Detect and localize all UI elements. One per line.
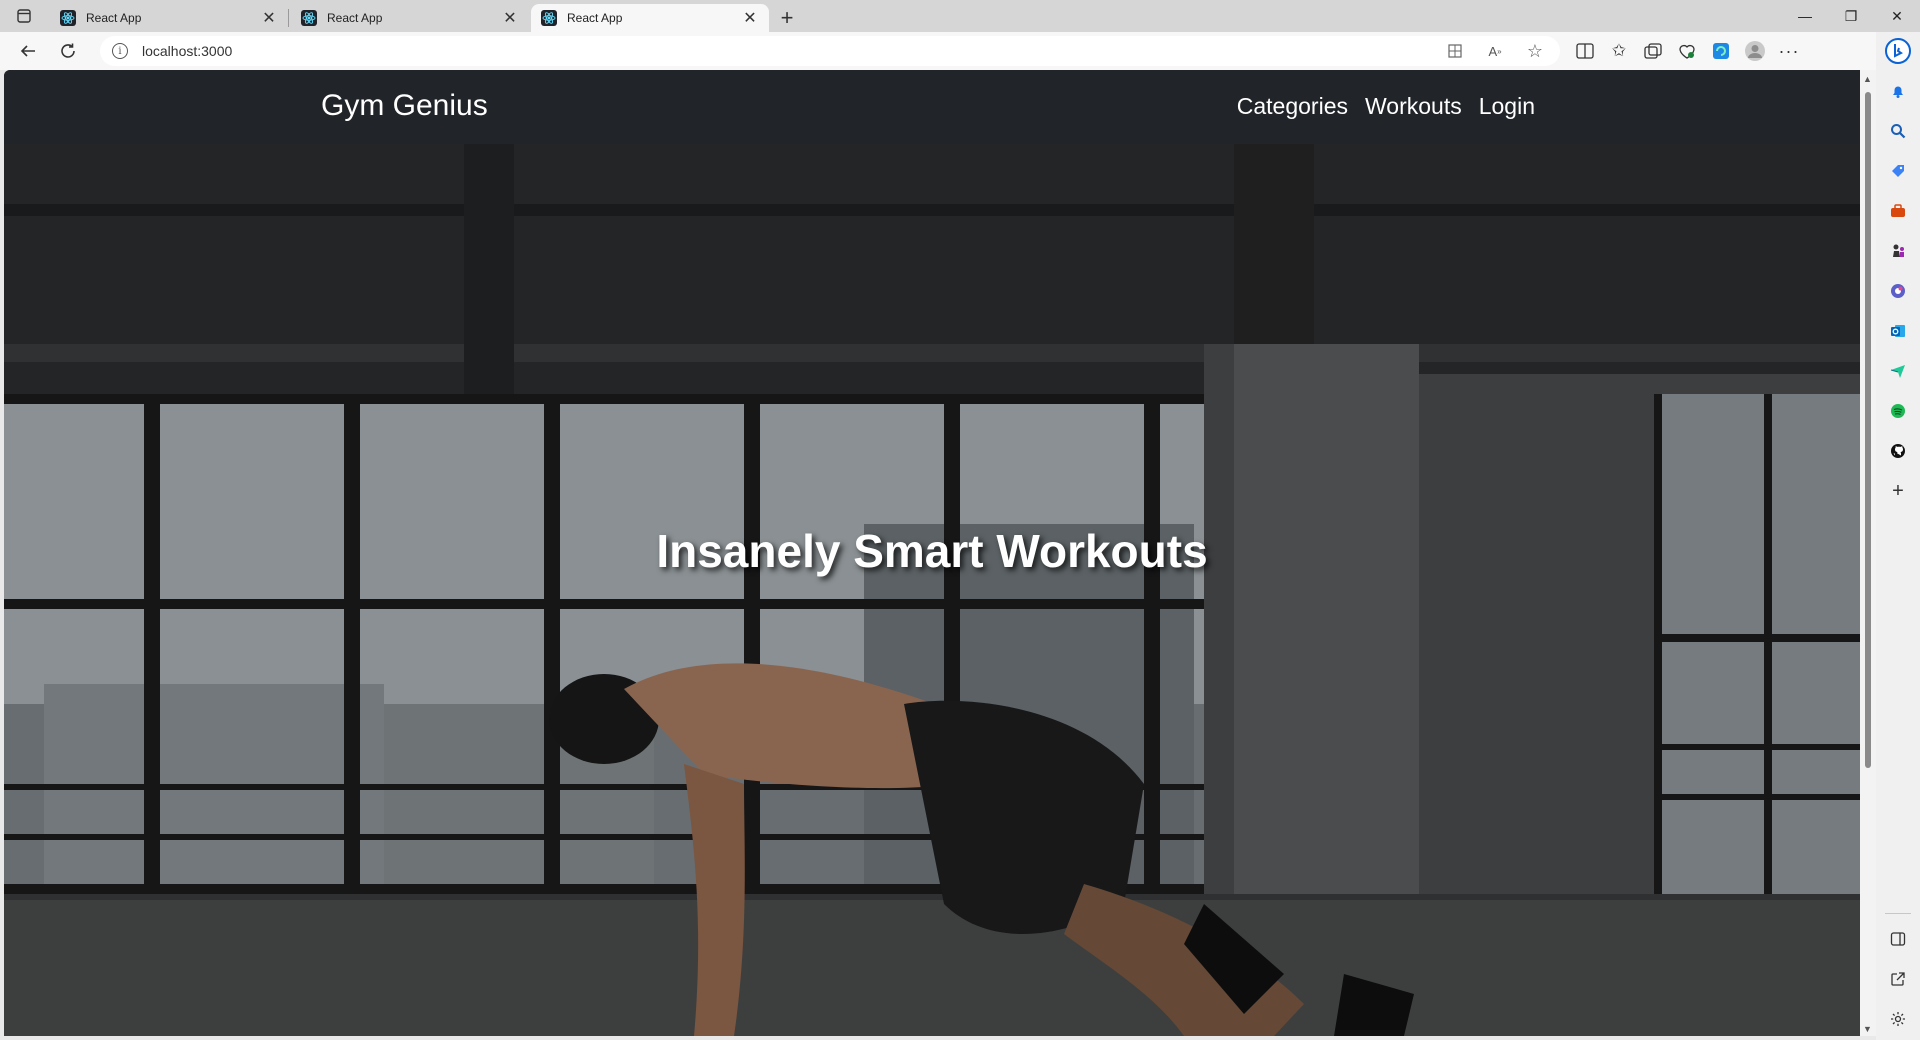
shopping-button[interactable] [1883, 156, 1913, 186]
react-favicon-icon [541, 10, 557, 26]
tools-button[interactable] [1883, 196, 1913, 226]
nav-link-categories[interactable]: Categories [1237, 93, 1348, 120]
bell-icon [1893, 86, 1903, 98]
minimize-button[interactable]: — [1782, 0, 1828, 32]
tab-actions-icon [17, 9, 31, 23]
app-available-icon[interactable] [1442, 38, 1468, 64]
browser-toolbar: i localhost:3000 A» ☆ ✩ ··· [0, 32, 1920, 70]
react-favicon-icon [60, 10, 76, 26]
browser-tab-3-active[interactable]: React App ✕ [531, 4, 769, 32]
hero-background-image [4, 144, 1860, 1036]
bing-icon [1885, 38, 1911, 64]
chess-icon [1893, 244, 1904, 257]
briefcase-icon [1891, 204, 1905, 217]
external-link-icon [1891, 972, 1905, 986]
spotify-button[interactable] [1883, 396, 1913, 426]
outlook-icon [1891, 325, 1905, 337]
search-button[interactable] [1883, 116, 1913, 146]
nav-link-workouts[interactable]: Workouts [1365, 93, 1462, 120]
browser-essentials-icon[interactable] [1674, 38, 1700, 64]
github-icon [1891, 444, 1905, 458]
minimize-icon: — [1798, 8, 1812, 24]
nav-link-login[interactable]: Login [1479, 93, 1535, 120]
plus-icon: + [780, 5, 794, 30]
page-viewport: Gym Genius Categories Workouts Login Ins… [4, 70, 1860, 1036]
favorite-star-icon[interactable]: ☆ [1522, 38, 1548, 64]
nav-links: Categories Workouts Login [1237, 93, 1535, 120]
back-button[interactable] [8, 35, 48, 67]
favorites-icon[interactable]: ✩ [1606, 38, 1632, 64]
react-favicon-icon [301, 10, 317, 26]
close-tab-icon[interactable]: ✕ [741, 8, 759, 28]
page-scrollbar[interactable]: ▲ ▼ [1860, 70, 1876, 1036]
edge-sidebar: + [1876, 32, 1920, 1040]
browser-tab-2[interactable]: React App ✕ [291, 4, 529, 32]
tab-title: React App [86, 11, 142, 25]
tag-icon [1892, 165, 1904, 177]
tab-title: React App [567, 11, 623, 25]
window-controls: — ❐ ✕ [1782, 0, 1920, 32]
close-tab-icon[interactable]: ✕ [260, 8, 278, 28]
github-button[interactable] [1883, 436, 1913, 466]
more-options-icon[interactable]: ··· [1776, 38, 1802, 64]
reload-icon [61, 43, 75, 58]
close-icon: ✕ [1891, 7, 1903, 24]
new-tab-button[interactable]: + [769, 4, 805, 32]
notifications-button[interactable] [1883, 76, 1913, 106]
reload-button[interactable] [48, 35, 88, 67]
address-bar[interactable]: i localhost:3000 A» ☆ [100, 36, 1560, 66]
send-icon [1890, 365, 1905, 378]
copilot-icon [1891, 284, 1905, 298]
hero-section: Insanely Smart Workouts [4, 144, 1860, 1036]
close-tab-icon[interactable]: ✕ [501, 8, 519, 28]
hero-title: Insanely Smart Workouts [656, 525, 1208, 577]
site-navbar: Gym Genius Categories Workouts Login [4, 70, 1860, 144]
games-button[interactable] [1883, 236, 1913, 266]
bing-copilot-button[interactable] [1883, 36, 1913, 66]
brand-link[interactable]: Gym Genius [321, 89, 488, 123]
tab-strip: React App ✕ React App ✕ React App ✕ + — … [0, 0, 1920, 32]
read-aloud-icon[interactable]: A» [1482, 38, 1508, 64]
restore-icon: ❐ [1844, 7, 1858, 24]
arrow-left-icon [20, 45, 35, 57]
send-button[interactable] [1883, 356, 1913, 386]
copilot-app-button[interactable] [1883, 276, 1913, 306]
collections-icon[interactable] [1640, 38, 1666, 64]
panel-icon [1890, 932, 1906, 946]
add-icon: + [1892, 479, 1904, 502]
add-sidebar-app-button[interactable]: + [1883, 476, 1913, 506]
sidebar-settings-button[interactable] [1883, 1004, 1913, 1034]
search-icon [1891, 124, 1906, 139]
close-window-button[interactable]: ✕ [1874, 0, 1920, 32]
restore-button[interactable]: ❐ [1828, 0, 1874, 32]
tab-actions-button[interactable] [0, 0, 48, 32]
site-info-icon[interactable]: i [112, 43, 128, 59]
settings-icon [1891, 1012, 1905, 1026]
profile-avatar-icon[interactable] [1742, 38, 1768, 64]
split-screen-icon[interactable] [1572, 38, 1598, 64]
browser-tab-1[interactable]: React App ✕ [50, 4, 288, 32]
tab-divider [288, 9, 289, 27]
scroll-up-icon[interactable]: ▲ [1863, 74, 1872, 84]
spotify-icon [1891, 404, 1905, 418]
tab-title: React App [327, 11, 383, 25]
sidebar-panel-button[interactable] [1883, 924, 1913, 954]
scrollbar-thumb[interactable] [1865, 92, 1871, 768]
scroll-down-icon[interactable]: ▼ [1863, 1024, 1872, 1034]
outlook-button[interactable] [1883, 316, 1913, 346]
url-text[interactable]: localhost:3000 [142, 43, 1442, 59]
sidebar-divider [1885, 913, 1911, 914]
edge-extension-icon[interactable] [1708, 38, 1734, 64]
open-external-button[interactable] [1883, 964, 1913, 994]
